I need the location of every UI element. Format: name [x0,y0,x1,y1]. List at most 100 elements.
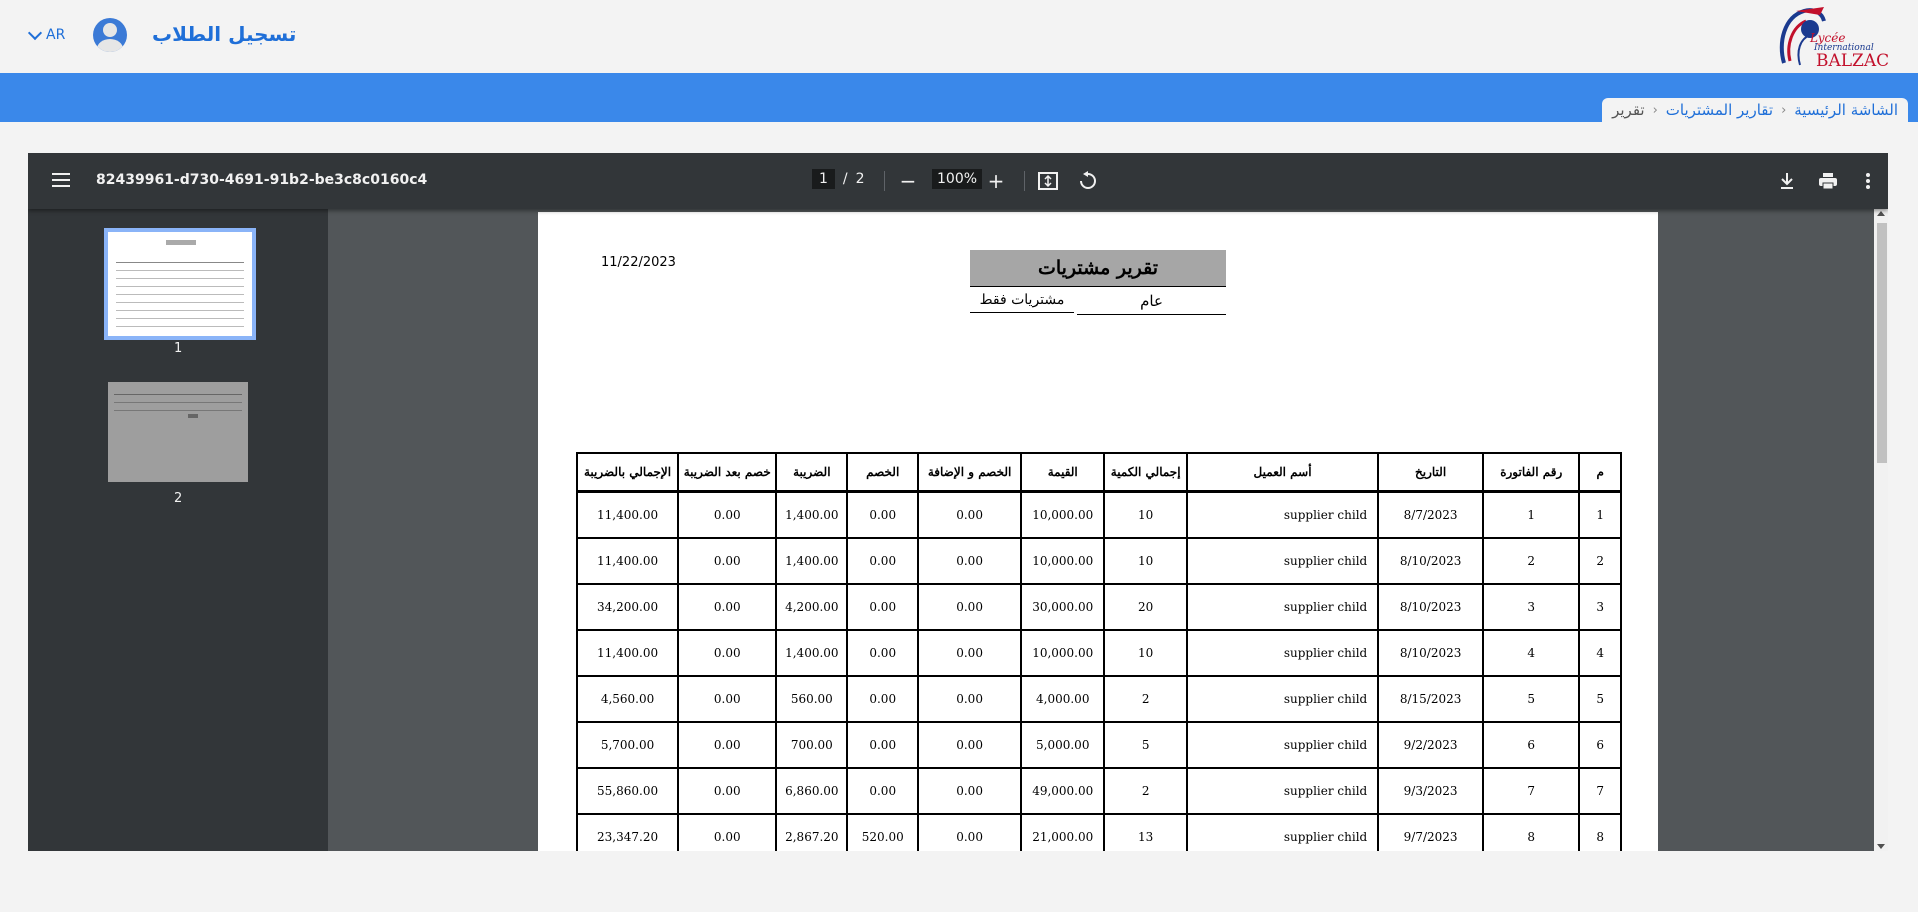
zoom-level-input[interactable]: 100% [932,169,983,189]
table-cell: 11,400.00 [575,537,680,585]
table-cell: 5,700.00 [575,721,680,769]
current-page-input[interactable]: 1 [812,169,835,189]
table-cell: 0.00 [846,675,920,723]
breadcrumb-separator: ‹ [1652,102,1658,118]
table-cell: 11,400.00 [575,629,680,677]
table-cell: 0.00 [677,721,778,769]
table-cell: 7 [1481,767,1581,815]
toolbar-divider [884,171,885,191]
table-cell: 0.00 [917,767,1022,815]
table-cell: 20 [1103,583,1188,631]
table-cell: 2 [1481,537,1581,585]
thumbnail-label-2: 2 [174,491,183,506]
table-cell: 8/15/2023 [1377,675,1484,723]
table-cell: 4,200.00 [775,583,849,631]
top-header: AR تسجيل الطلاب Lycée International BALZ… [0,0,1918,73]
page-thumbnail-1[interactable] [104,228,256,340]
vertical-scrollbar[interactable] [1874,209,1888,851]
table-cell: 49,000.00 [1019,767,1106,815]
table-cell: 10 [1103,537,1188,585]
scroll-down-icon[interactable] [1877,844,1885,849]
table-cell: 8 [1578,813,1622,851]
table-cell: 0.00 [917,537,1022,585]
table-cell: 5 [1103,721,1188,769]
table-row: 2 2 8/10/2023 supplier child 10 10,000.00 0.00… [575,537,1622,585]
thumbnail-sidebar: 1 2 [28,209,328,851]
column-header: م [1578,452,1622,493]
table-cell: 7 [1578,767,1622,815]
table-cell: 2 [1103,767,1188,815]
table-row: 5 5 8/15/2023 supplier child 2 4,000.00 0.00 0.… [575,675,1622,723]
table-cell: 10,000.00 [1019,537,1106,585]
table-cell: 2 [1103,675,1188,723]
table-row: 6 6 9/2/2023 supplier child 5 5,000.00 0.00 0.0… [575,721,1622,769]
report-type: عام [1077,292,1226,315]
table-cell: 5 [1578,675,1622,723]
table-cell: 0.00 [846,537,920,585]
more-options-icon[interactable] [1854,167,1882,195]
menu-icon[interactable] [52,173,70,187]
table-cell: 55,860.00 [575,767,680,815]
table-cell: 2,867.20 [775,813,849,851]
table-cell: 6,860.00 [775,767,849,815]
table-cell: 9/3/2023 [1377,767,1484,815]
breadcrumb-home[interactable]: الشاشة الرئيسية [1794,101,1898,119]
fit-to-page-icon[interactable] [1034,167,1062,195]
column-header: الخصم [846,452,920,493]
table-cell: supplier child [1185,721,1380,769]
table-cell: supplier child [1185,813,1380,851]
table-cell: 11,400.00 [575,490,680,539]
zoom-in-icon[interactable]: + [982,167,1010,195]
table-cell: 0.00 [917,813,1022,851]
table-cell: 6 [1481,721,1581,769]
table-cell: 9/7/2023 [1377,813,1484,851]
user-avatar[interactable] [93,18,127,52]
table-cell: 1,400.00 [775,629,849,677]
scrollbar-thumb[interactable] [1877,223,1887,463]
table-cell: 0.00 [846,767,920,815]
table-cell: 13 [1103,813,1188,851]
table-row: 1 1 8/7/2023 supplier child 10 10,000.00 0.00 0… [575,490,1622,539]
table-cell: 0.00 [917,721,1022,769]
table-cell: 8/10/2023 [1377,537,1484,585]
zoom-out-icon[interactable]: − [894,167,922,195]
table-cell: 23,347.20 [575,813,680,851]
table-cell: 0.00 [677,675,778,723]
download-icon[interactable] [1773,167,1801,195]
language-selector[interactable]: AR [27,25,66,43]
table-cell: 3 [1578,583,1622,631]
table-cell: 30,000.00 [1019,583,1106,631]
table-cell: 34,200.00 [575,583,680,631]
report-table: م رقم الفاتورة التاريخ أسم العميل إجمالي الك… [575,452,1622,851]
page-indicator: 1 / 2 [812,169,865,189]
breadcrumb: الشاشة الرئيسية ‹ تقارير المشتريات ‹ تقر… [1602,98,1908,122]
table-cell: 0.00 [677,767,778,815]
table-cell: 1,400.00 [775,490,849,539]
app-title: تسجيل الطلاب [152,22,297,46]
table-cell: supplier child [1185,537,1380,585]
table-cell: supplier child [1185,767,1380,815]
table-cell: 0.00 [677,583,778,631]
page-thumbnail-2[interactable] [108,382,248,482]
page-separator: / [842,171,848,187]
rotate-icon[interactable] [1074,167,1102,195]
table-cell: 8/10/2023 [1377,583,1484,631]
table-cell: 0.00 [677,813,778,851]
language-code: AR [46,27,66,43]
table-cell: 10,000.00 [1019,629,1106,677]
pdf-page: 11/22/2023 تقرير مشتريات عام مشتريات فقط… [538,212,1658,851]
table-cell: 6 [1578,721,1622,769]
print-icon[interactable] [1814,167,1842,195]
table-cell: supplier child [1185,490,1380,539]
table-cell: 0.00 [917,490,1022,539]
table-cell: 0.00 [917,629,1022,677]
column-header: التاريخ [1377,452,1484,493]
breadcrumb-purchase-reports[interactable]: تقارير المشتريات [1666,101,1773,119]
column-header: الضريبة [775,452,849,493]
table-row: 8 8 9/7/2023 supplier child 13 21,000.00 0.00 5… [575,813,1622,851]
table-cell: 0.00 [677,629,778,677]
table-cell: 700.00 [775,721,849,769]
table-cell: 4 [1578,629,1622,677]
scroll-up-icon[interactable] [1877,211,1885,216]
school-logo[interactable]: Lycée International BALZAC [1770,3,1898,71]
